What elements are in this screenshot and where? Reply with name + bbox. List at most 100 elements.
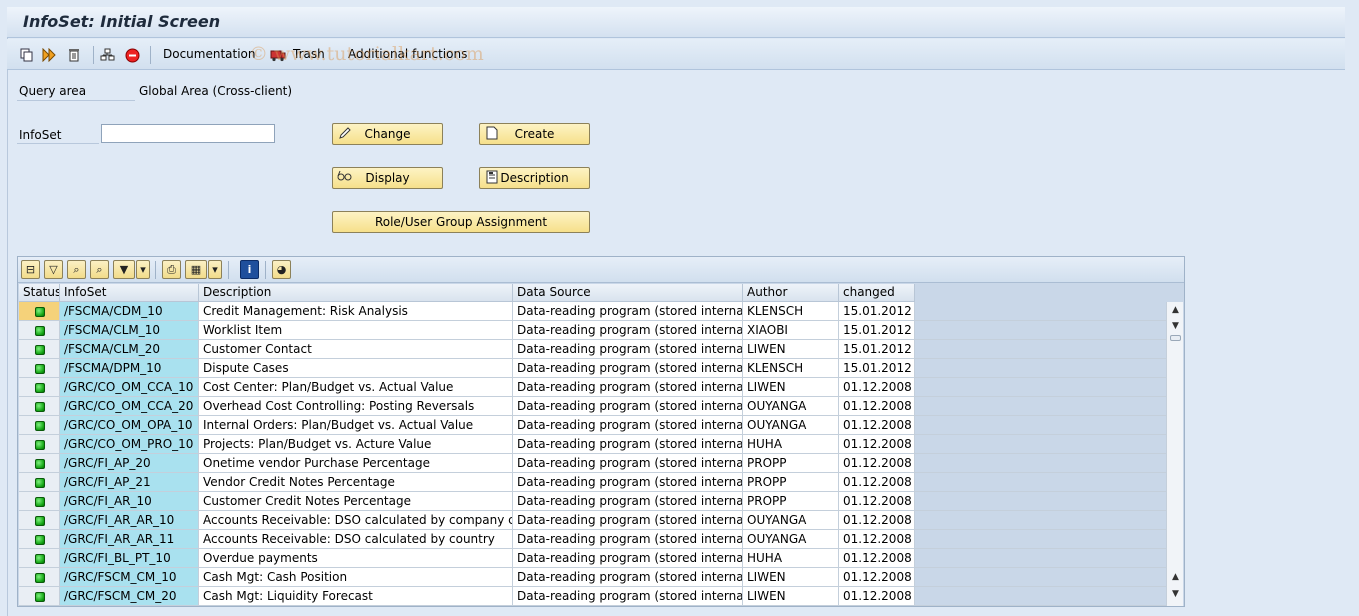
infoset-cell[interactable]: /GRC/CO_OM_CCA_20 (60, 397, 199, 416)
infoset-cell[interactable]: /FSCMA/CLM_20 (60, 340, 199, 359)
description-cell[interactable]: Accounts Receivable: DSO calculated by c… (199, 511, 513, 530)
data-source-cell[interactable]: Data-reading program (stored internally) (513, 492, 743, 511)
changed-cell[interactable]: 01.12.2008 (839, 568, 915, 587)
changed-cell[interactable]: 01.12.2008 (839, 378, 915, 397)
author-cell[interactable]: PROPP (743, 492, 839, 511)
infoset-cell[interactable]: /GRC/FI_AR_AR_10 (60, 511, 199, 530)
infoset-cell[interactable]: /GRC/CO_OM_CCA_10 (60, 378, 199, 397)
status-cell[interactable] (19, 492, 60, 511)
infoset-cell[interactable]: /GRC/FSCM_CM_20 (60, 587, 199, 606)
changed-cell[interactable]: 01.12.2008 (839, 530, 915, 549)
filter-dropdown-icon[interactable]: ▾ (136, 260, 150, 279)
table-row[interactable]: /GRC/FI_AR_10 Customer Credit Notes Perce… (18, 492, 1166, 511)
table-row[interactable]: /GRC/CO_OM_PRO_10 Projects: Plan/Budget v… (18, 435, 1166, 454)
infoset-cell[interactable]: /FSCMA/CLM_10 (60, 321, 199, 340)
role-user-group-assignment-button[interactable]: Role/User Group Assignment (332, 211, 590, 233)
description-cell[interactable]: Credit Management: Risk Analysis (199, 302, 513, 321)
status-cell[interactable] (19, 359, 60, 378)
status-cell[interactable] (19, 530, 60, 549)
org-structure-icon[interactable] (100, 47, 116, 63)
column-header-status[interactable]: Status (19, 284, 60, 302)
changed-cell[interactable]: 01.12.2008 (839, 435, 915, 454)
column-header-data-source[interactable]: Data Source (513, 284, 743, 302)
infoset-cell[interactable]: /GRC/CO_OM_PRO_10 (60, 435, 199, 454)
data-source-cell[interactable]: Data-reading program (stored internally) (513, 530, 743, 549)
table-row[interactable]: /GRC/CO_OM_CCA_10 Cost Center: Plan/Budge… (18, 378, 1166, 397)
changed-cell[interactable]: 01.12.2008 (839, 416, 915, 435)
description-cell[interactable]: Internal Orders: Plan/Budget vs. Actual … (199, 416, 513, 435)
create-button[interactable]: Create (479, 123, 590, 145)
status-cell[interactable] (19, 340, 60, 359)
data-source-cell[interactable]: Data-reading program (stored internally) (513, 454, 743, 473)
table-row[interactable]: /FSCMA/CLM_10 Worklist Item Data-reading p… (18, 321, 1166, 340)
status-cell[interactable] (19, 549, 60, 568)
layout-dropdown-icon[interactable]: ▾ (208, 260, 222, 279)
table-row[interactable]: /FSCMA/CDM_10 Credit Management: Risk Ana… (18, 302, 1166, 321)
infoset-input[interactable] (101, 124, 275, 143)
scroll-up-icon[interactable]: ▲ (1168, 303, 1183, 318)
description-cell[interactable]: Worklist Item (199, 321, 513, 340)
author-cell[interactable]: HUHA (743, 435, 839, 454)
scroll-down-icon[interactable]: ▼ (1168, 587, 1183, 602)
table-row[interactable]: /GRC/FSCM_CM_20 Cash Mgt: Liquidity Forec… (18, 587, 1166, 606)
stop-icon[interactable] (124, 47, 140, 63)
copy-icon[interactable] (19, 47, 35, 63)
vertical-scrollbar[interactable]: ▲ ▼ ▲ ▼ (1166, 302, 1183, 606)
infoset-cell[interactable]: /FSCMA/DPM_10 (60, 359, 199, 378)
column-header-infoset[interactable]: InfoSet (60, 284, 199, 302)
data-source-cell[interactable]: Data-reading program (stored internally) (513, 397, 743, 416)
data-source-cell[interactable]: Data-reading program (stored internally) (513, 435, 743, 454)
changed-cell[interactable]: 01.12.2008 (839, 511, 915, 530)
table-row[interactable]: /GRC/CO_OM_OPA_10 Internal Orders: Plan/B… (18, 416, 1166, 435)
change-button[interactable]: Change (332, 123, 443, 145)
description-cell[interactable]: Projects: Plan/Budget vs. Acture Value (199, 435, 513, 454)
filter-icon[interactable]: ▼ (113, 260, 135, 279)
author-cell[interactable]: HUHA (743, 549, 839, 568)
print-icon[interactable]: ⎙ (162, 260, 181, 279)
author-cell[interactable]: KLENSCH (743, 302, 839, 321)
data-source-cell[interactable]: Data-reading program (stored internally) (513, 549, 743, 568)
infoset-cell[interactable]: /GRC/FI_AP_20 (60, 454, 199, 473)
find-icon[interactable]: ⌕ (67, 260, 86, 279)
find-next-icon[interactable]: ⌕ (90, 260, 109, 279)
description-cell[interactable]: Overhead Cost Controlling: Posting Rever… (199, 397, 513, 416)
status-cell[interactable] (19, 321, 60, 340)
author-cell[interactable]: LIWEN (743, 378, 839, 397)
changed-cell[interactable]: 01.12.2008 (839, 587, 915, 606)
data-source-cell[interactable]: Data-reading program (stored internally) (513, 359, 743, 378)
status-cell[interactable] (19, 435, 60, 454)
infoset-cell[interactable]: /GRC/CO_OM_OPA_10 (60, 416, 199, 435)
changed-cell[interactable]: 01.12.2008 (839, 492, 915, 511)
description-cell[interactable]: Customer Contact (199, 340, 513, 359)
status-cell[interactable] (19, 397, 60, 416)
data-source-cell[interactable]: Data-reading program (stored internally) (513, 473, 743, 492)
author-cell[interactable]: PROPP (743, 454, 839, 473)
status-cell[interactable] (19, 302, 60, 321)
table-row[interactable]: /GRC/FI_AR_AR_10 Accounts Receivable: DSO… (18, 511, 1166, 530)
status-cell[interactable] (19, 378, 60, 397)
changed-cell[interactable]: 01.12.2008 (839, 473, 915, 492)
execute-icon[interactable] (42, 47, 58, 63)
table-row[interactable]: /FSCMA/CLM_20 Customer Contact Data-readin… (18, 340, 1166, 359)
description-cell[interactable]: Accounts Receivable: DSO calculated by c… (199, 530, 513, 549)
column-header-description[interactable]: Description (199, 284, 513, 302)
column-header-author[interactable]: Author (743, 284, 839, 302)
info-icon[interactable]: i (240, 260, 259, 279)
author-cell[interactable]: OUYANGA (743, 511, 839, 530)
changed-cell[interactable]: 15.01.2012 (839, 359, 915, 378)
layout-icon[interactable]: ▦ (185, 260, 207, 279)
description-cell[interactable]: Vendor Credit Notes Percentage (199, 473, 513, 492)
data-source-cell[interactable]: Data-reading program (stored internally) (513, 587, 743, 606)
changed-cell[interactable]: 15.01.2012 (839, 302, 915, 321)
author-cell[interactable]: LIWEN (743, 568, 839, 587)
status-cell[interactable] (19, 416, 60, 435)
author-cell[interactable]: KLENSCH (743, 359, 839, 378)
table-row[interactable]: /GRC/CO_OM_CCA_20 Overhead Cost Controlli… (18, 397, 1166, 416)
table-row[interactable]: /GRC/FI_AP_20 Onetime vendor Purchase Per… (18, 454, 1166, 473)
description-cell[interactable]: Cash Mgt: Liquidity Forecast (199, 587, 513, 606)
description-cell[interactable]: Overdue payments (199, 549, 513, 568)
author-cell[interactable]: PROPP (743, 473, 839, 492)
infoset-cell[interactable]: /FSCMA/CDM_10 (60, 302, 199, 321)
infoset-cell[interactable]: /GRC/FI_AR_10 (60, 492, 199, 511)
changed-cell[interactable]: 01.12.2008 (839, 397, 915, 416)
